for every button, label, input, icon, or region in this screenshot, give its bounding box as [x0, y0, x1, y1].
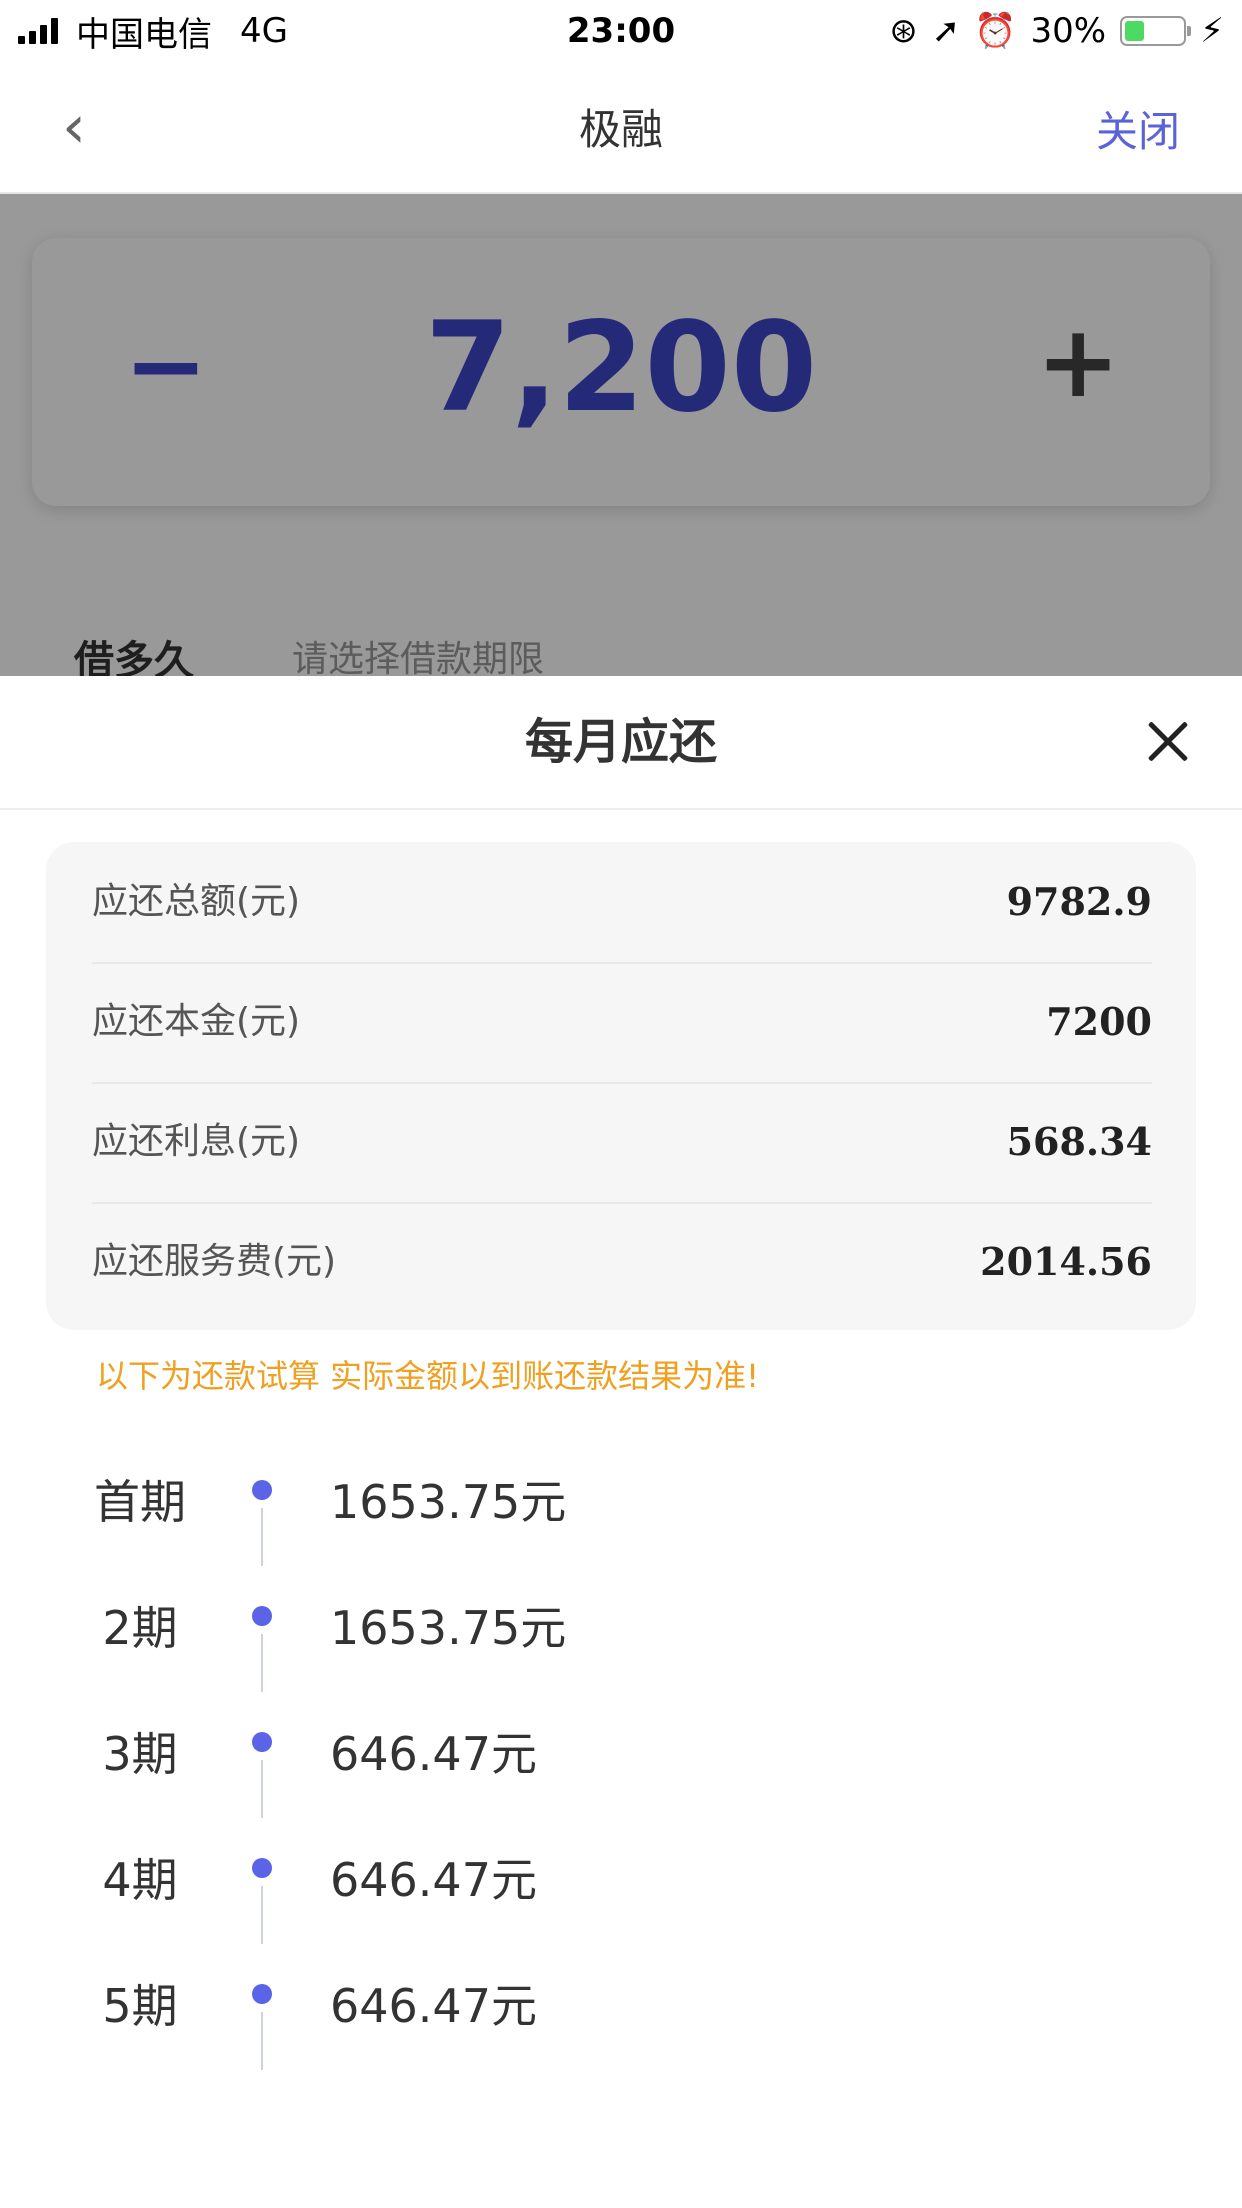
- summary-label: 应还服务费(元): [92, 1241, 337, 1282]
- timeline-line: [261, 1634, 263, 1692]
- timeline-dot: [252, 1606, 272, 1626]
- status-bar: 中国电信 4G 23:00 ⊛ ➚ ⏰ 30% ⚡: [0, 0, 1242, 62]
- battery-percent: 30%: [1030, 11, 1107, 51]
- schedule-amount: 646.47元: [330, 1727, 537, 1781]
- schedule-period: 2期: [102, 1601, 178, 1655]
- summary-row: 应还总额(元) 9782.9: [92, 842, 1152, 964]
- timeline-dot: [252, 1732, 272, 1752]
- rotation-lock-icon: ⊛: [889, 11, 918, 51]
- sheet-header: 每月应还: [0, 676, 1242, 810]
- summary-value: 2014.56: [980, 1239, 1152, 1284]
- summary-value: 568.34: [1006, 1119, 1152, 1164]
- location-icon: ➚: [931, 11, 961, 51]
- schedule-amount: 1653.75元: [330, 1601, 567, 1655]
- repayment-summary: 应还总额(元) 9782.9 应还本金(元) 7200 应还利息(元) 568.…: [46, 842, 1196, 1330]
- schedule-amount: 1653.75元: [330, 1475, 567, 1529]
- timeline-dot: [252, 1858, 272, 1878]
- summary-value: 7200: [1046, 999, 1152, 1044]
- nav-bar: ‹ 极融 关闭: [0, 62, 1242, 194]
- schedule-row: 3期 646.47元: [0, 1694, 1242, 1820]
- schedule-row: 4期 646.47元: [0, 1820, 1242, 1946]
- schedule-row: 5期 646.47元: [0, 1946, 1242, 2072]
- schedule-row: 首期 1653.75元: [0, 1442, 1242, 1568]
- sheet-title: 每月应还: [524, 714, 717, 770]
- schedule-period: 4期: [102, 1853, 178, 1907]
- timeline-dot: [252, 1480, 272, 1500]
- timeline-line: [261, 1886, 263, 1944]
- summary-label: 应还总额(元): [92, 881, 301, 922]
- summary-row: 应还本金(元) 7200: [92, 962, 1152, 1084]
- close-link[interactable]: 关闭: [1096, 102, 1180, 162]
- schedule-period: 5期: [102, 1979, 178, 2033]
- summary-label: 应还本金(元): [92, 1001, 301, 1042]
- status-right: ⊛ ➚ ⏰ 30% ⚡: [889, 8, 1224, 54]
- battery-icon: [1120, 16, 1192, 46]
- disclaimer-text: 以下为还款试算 实际金额以到账还款结果为准!: [96, 1357, 760, 1395]
- schedule-amount: 646.47元: [330, 1979, 537, 2033]
- summary-label: 应还利息(元): [92, 1121, 301, 1162]
- charging-icon: ⚡: [1200, 11, 1224, 51]
- close-icon[interactable]: [1138, 712, 1198, 772]
- timeline-dot: [252, 1984, 272, 2004]
- timeline-line: [261, 1760, 263, 1818]
- summary-row: 应还服务费(元) 2014.56: [92, 1202, 1152, 1322]
- schedule-period: 3期: [102, 1727, 178, 1781]
- schedule-period: 首期: [94, 1475, 186, 1529]
- summary-row: 应还利息(元) 568.34: [92, 1082, 1152, 1204]
- timeline-line: [261, 1508, 263, 1566]
- schedule-amount: 646.47元: [330, 1853, 537, 1907]
- schedule-row: 2期 1653.75元: [0, 1568, 1242, 1694]
- alarm-icon: ⏰: [974, 11, 1017, 51]
- modal-overlay[interactable]: [0, 194, 1242, 676]
- repayment-sheet: 每月应还 应还总额(元) 9782.9 应还本金(元) 7200 应还利息(元)…: [0, 676, 1242, 2208]
- page-title: 极融: [578, 105, 663, 154]
- timeline-line: [261, 2012, 263, 2070]
- summary-value: 9782.9: [1006, 879, 1152, 924]
